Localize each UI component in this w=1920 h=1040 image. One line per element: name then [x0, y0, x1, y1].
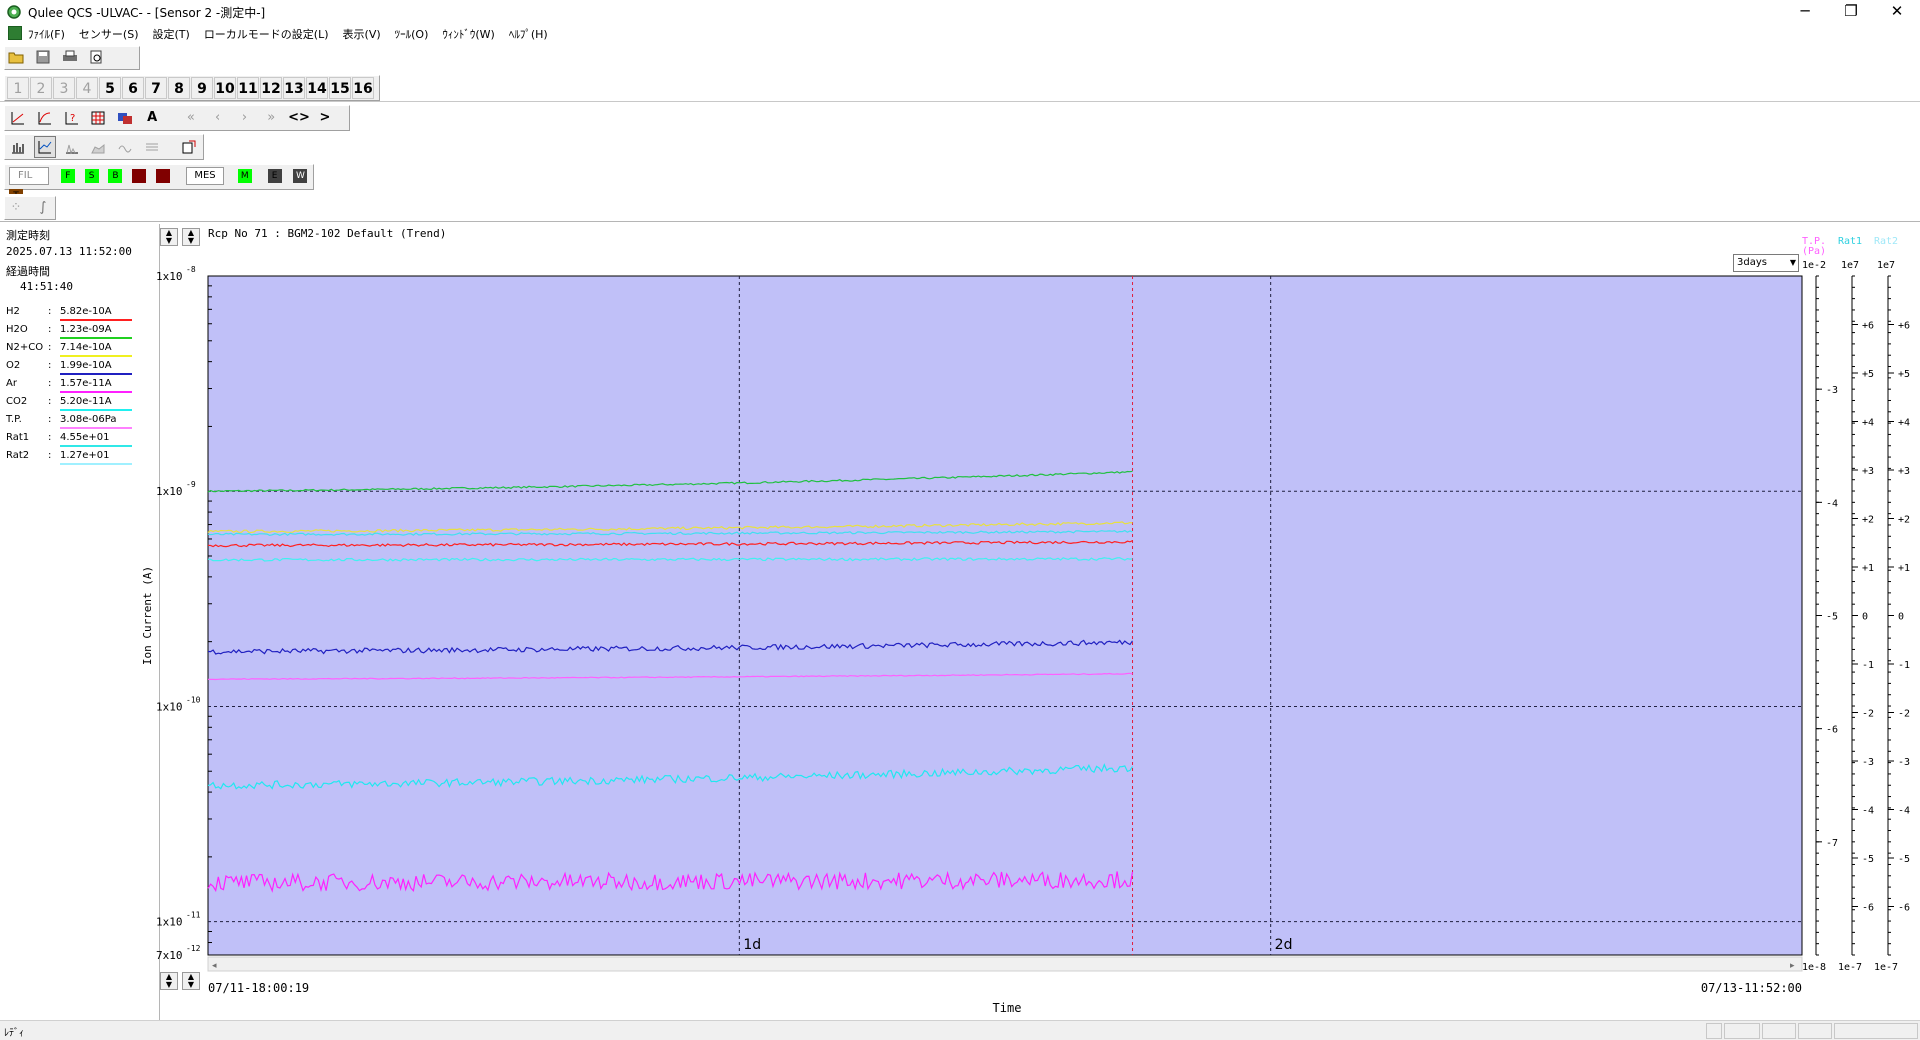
y-tick-exp: -11 [186, 911, 201, 920]
rat1-axis-tick-label: -2 [1862, 709, 1874, 720]
rat2-axis-tick-label: -1 [1898, 660, 1910, 671]
scroll-right-arrow: ▸ [1790, 961, 1795, 971]
y-tick-base: 1x10 [156, 485, 183, 498]
y-tick-exp: -8 [186, 265, 196, 274]
rat1-axis-tick-label: +5 [1862, 369, 1874, 380]
y-range-spinner-bottom[interactable]: ▲ ▼ [182, 972, 200, 990]
x-tick-label: 1d [743, 937, 761, 953]
horizontal-scrollbar [207, 956, 1803, 972]
plot-area [207, 275, 1803, 956]
y-tick-exp: -9 [186, 480, 196, 489]
tp-axis-top: 1e-2 [1802, 260, 1826, 271]
status-text: ﾚﾃﾞｨ [4, 1028, 24, 1039]
y-tick-base: 1x10 [156, 916, 183, 929]
x-start-label: 07/11-18:00:19 [208, 981, 309, 995]
y-tick-label: 7x10-12 [156, 944, 201, 962]
rat2-axis-tick-label: -3 [1898, 757, 1910, 768]
x-axis-title: Time [993, 1001, 1022, 1015]
tp-axis-bottom: 1e-8 [1802, 962, 1826, 973]
chevron-down-icon: ▼ [1789, 258, 1796, 267]
status-cell-2 [1724, 1023, 1760, 1039]
rat1-axis-bottom: 1e-7 [1838, 962, 1862, 973]
y-tick-label: 1x10-11 [156, 911, 201, 929]
tp-axis-tick-label: -7 [1826, 838, 1838, 849]
trend-chart[interactable]: 1x10-81x10-91x10-101x10-117x10-12 1d 2dIon… [0, 0, 1920, 1020]
rat2-axis-tick-label: +5 [1898, 369, 1910, 380]
recipe-label: Rcp No 71 : BGM2-102 Default (Trend) [208, 227, 447, 240]
tp-axis-unit: (Pa) [1802, 246, 1826, 257]
y-tick-label: 1x10-10 [156, 695, 201, 713]
rat2-axis-tick-label: -2 [1898, 709, 1910, 720]
rat2-axis-tick-label: -4 [1898, 806, 1910, 817]
rat2-axis-tick-label: +1 [1898, 563, 1910, 574]
rat2-axis-tick-label: +2 [1898, 515, 1910, 526]
status-cell-1 [1706, 1023, 1722, 1039]
tp-axis-tick-label: -3 [1826, 385, 1838, 396]
rat1-axis-top: 1e7 [1841, 260, 1859, 271]
rat2-axis-tick-label: -5 [1898, 854, 1910, 865]
tp-axis-tick-label: -4 [1826, 498, 1838, 509]
rat2-axis-tick-label: +3 [1898, 466, 1910, 477]
y-axis-title: Ion Current (A) [141, 566, 154, 665]
rat1-axis-tick-label: -5 [1862, 854, 1874, 865]
time-range-select[interactable]: 3days ▼ [1733, 254, 1799, 272]
y-tick-base: 1x10 [156, 270, 183, 283]
rat2-axis-tick-label: -6 [1898, 903, 1910, 914]
y-tick-base: 1x10 [156, 700, 183, 713]
tp-axis-tick-label: -6 [1826, 725, 1838, 736]
rat1-axis-tick-label: +2 [1862, 515, 1874, 526]
y-range-spinner-top[interactable]: ▲ ▼ [182, 228, 200, 246]
y-tick-label: 1x10-9 [156, 480, 196, 498]
y-scale-spinner-bottom[interactable]: ▲ ▼ [160, 972, 178, 990]
status-cell-5 [1834, 1023, 1918, 1039]
x-end-label: 07/13-11:52:00 [1701, 981, 1802, 995]
status-bar: ﾚﾃﾞｨ [0, 1020, 1920, 1040]
rat1-axis-tick-label: -3 [1862, 757, 1874, 768]
rat1-axis-tick-label: -1 [1862, 660, 1874, 671]
y-scale-spinner-top[interactable]: ▲ ▼ [160, 228, 178, 246]
tp-axis-tick-label: -5 [1826, 612, 1838, 623]
rat1-axis-tick-label: +4 [1862, 418, 1874, 429]
y-tick-exp: -10 [186, 695, 201, 704]
y-tick-base: 7x10 [156, 949, 183, 962]
y-tick-label: 1x10-8 [156, 265, 196, 283]
y-tick-exp: -12 [186, 944, 201, 953]
rat1-axis-tick-label: +1 [1862, 563, 1874, 574]
rat1-axis-tick-label: +6 [1862, 321, 1874, 332]
x-tick-label: 2d [1275, 937, 1293, 953]
rat1-axis-title: Rat1 [1838, 236, 1862, 247]
rat2-axis-top: 1e7 [1877, 260, 1895, 271]
status-cell-4 [1798, 1023, 1832, 1039]
time-range-value: 3days [1737, 257, 1767, 268]
rat1-axis-tick-label: -6 [1862, 903, 1874, 914]
rat2-axis-bottom: 1e-7 [1874, 962, 1898, 973]
rat1-axis-tick-label: 0 [1862, 612, 1868, 623]
scroll-left-arrow: ◂ [212, 961, 217, 971]
rat1-axis-tick-label: -4 [1862, 806, 1874, 817]
rat2-axis-tick-label: 0 [1898, 612, 1904, 623]
rat2-axis-title: Rat2 [1874, 236, 1898, 247]
rat2-axis-tick-label: +4 [1898, 418, 1910, 429]
status-cell-3 [1762, 1023, 1796, 1039]
rat2-axis-tick-label: +6 [1898, 321, 1910, 332]
rat1-axis-tick-label: +3 [1862, 466, 1874, 477]
